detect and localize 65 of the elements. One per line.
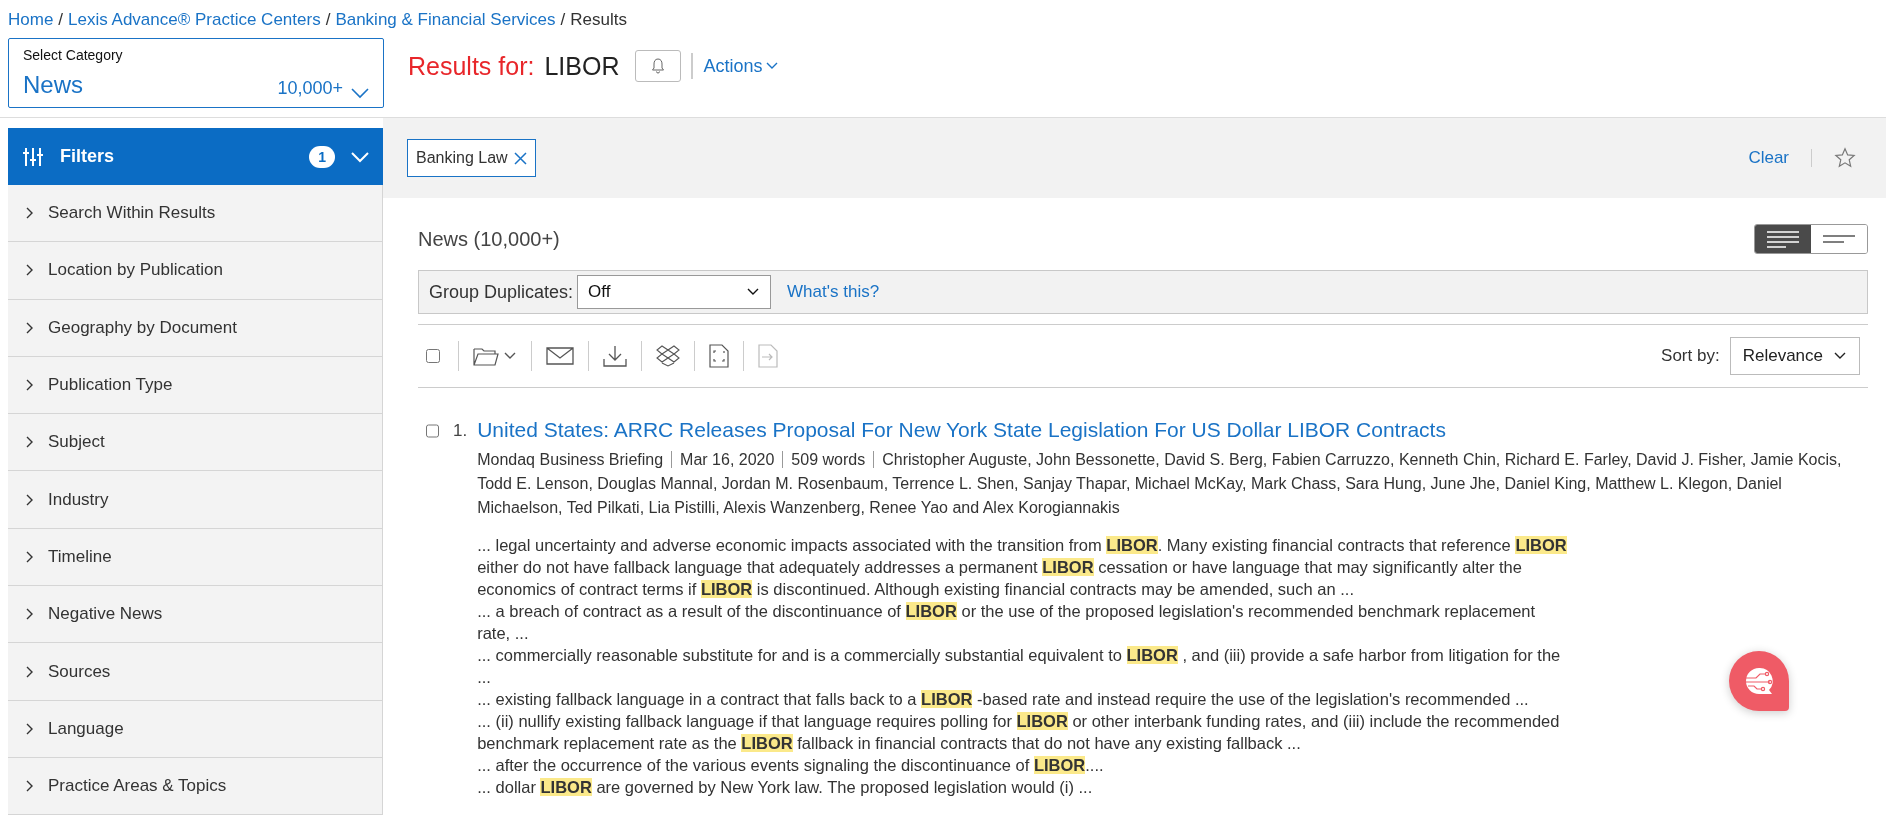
document-icon [709,344,729,368]
dropbox-icon [656,345,680,367]
search-query: LIBOR [544,51,620,81]
filter-item[interactable]: Industry [8,471,383,529]
filter-item[interactable]: Geography by Document [8,299,383,357]
breadcrumb-link[interactable]: Lexis Advance® Practice Centers [68,10,321,30]
result-checkbox[interactable] [426,424,439,438]
filters-header[interactable]: Filters 1 [8,128,383,185]
filter-item[interactable]: Subject [8,414,383,472]
chevron-down-icon [351,150,369,163]
sort-label: Sort by: [1661,346,1720,366]
bell-icon [651,58,666,74]
folder-icon [473,346,499,366]
download-icon [603,345,627,367]
filters-title: Filters [60,146,116,167]
results-count-title: News (10,000+) [418,227,560,251]
actions-menu[interactable]: Actions [703,55,779,77]
chatbot-button[interactable] [1729,651,1789,711]
export-icon [758,344,778,368]
result-snippet: ... existing fallback language in a contract that falls back to a LIBOR -based rate and instead require the use of the legislation's recommended ... [477,689,1530,710]
lines-icon [1766,230,1800,248]
filter-item[interactable]: Location by Publication [8,242,383,300]
filter-item[interactable]: Search Within Results [8,185,383,243]
filter-chip[interactable]: Banking Law [407,139,536,177]
filter-item[interactable]: Publication Type [8,356,383,415]
chevron-down-icon [351,87,369,99]
filter-item[interactable]: Sources [8,643,383,701]
star-icon[interactable] [1834,147,1856,169]
result-snippet: ... commercially reasonable substitute for and is a commercially substantial equivalent to LIBOR , and (iii) provide a safe harbor from litigation for the ... [477,645,1562,688]
breadcrumb-link[interactable]: Home [8,10,54,30]
results-label: Results for: [408,51,535,81]
sliders-icon [22,145,44,168]
category-value: News [23,71,84,99]
result-number: 1. [453,421,468,442]
select-all-checkbox[interactable] [426,349,440,363]
envelope-icon [546,347,574,365]
result-metadata: Mondaq Business Briefing Mar 16, 2020 509 words Christopher Auguste, John Bessonette, David S. Berg, Fabien Carruzzo, Kenneth Chin, Richard E. Farley, David J. Fisher, Jamie Kocis, Todd E. Lenson, Douglas Mannal, Jordan M. Rosenbaum, Terrence L. Shen, Sanjay Thapar, Michael McKay, Mark Chass, Sara Hung, June Jhe, Daniel King, Matthew L. Klegon, Daniel Michaelson, Ted Pilkati, Lia Pistilli, Alexis Wanzenberg, Renee Yao and Alex Korogiannakis [477,450,1843,518]
lines-icon [1822,235,1856,243]
help-link[interactable]: What's this? [787,282,880,302]
result-snippet: ... legal uncertainty and adverse economic impacts associated with the transition from LIBOR. Many existing financial contracts that reference LIBOR either do not have fallback language that adequately addresses a permanent LIBOR cessation or have language that may significantly alter the economics of contract terms if LIBOR is discontinued. Although existing financial contracts may be amended, such an ... [477,535,1568,600]
category-count: 10,000+ [277,78,343,99]
clear-link[interactable]: Clear [1748,148,1789,168]
group-duplicates-label: Group Duplicates: [429,281,574,303]
breadcrumb-separator: / [325,10,331,30]
category-label: Select Category [23,47,124,63]
close-icon [513,151,527,165]
current-page-label: Results [570,10,627,30]
filter-item[interactable]: Timeline [8,528,383,587]
sort-select[interactable]: Relevance [1729,337,1860,375]
category-select[interactable]: Select Category News 10,000+ [8,38,384,108]
result-snippet: ... (ii) nullify existing fallback language if that language requires polling for LIBOR or other interbank funding rates, and (iii) include the recommended benchmark replacement rate as the LIBOR fallback in financial contracts that do not have any existing fallback ... [477,711,1561,754]
breadcrumb-separator: / [58,10,64,30]
alert-button[interactable] [635,50,682,82]
filter-item[interactable]: Practice Areas & Topics [8,757,383,816]
filter-item[interactable]: Negative News [8,586,383,644]
result-title-link[interactable]: United States: ARRC Releases Proposal For New York State Legislation For US Dollar LIBOR Contracts [477,418,1860,442]
breadcrumb-link[interactable]: Banking & Financial Services [335,10,556,30]
filter-count-badge: 1 [309,145,335,168]
filter-item[interactable]: Language [8,700,383,758]
full-view-button[interactable] [1755,225,1811,253]
breadcrumb-separator: / [560,10,566,30]
result-snippet: ... a breach of contract as a result of the discontinuance of LIBOR or the use of the proposed legislation's recommended benchmark replacement rate, ... [477,601,1537,644]
result-snippet: ... dollar LIBOR are governed by New York law. The proposed legislation would (i) ... [477,777,1094,798]
result-snippet: ... after the occurrence of the various events signaling the discontinuance of LIBOR.... [477,755,1105,776]
group-duplicates-select[interactable]: Off [577,275,772,309]
